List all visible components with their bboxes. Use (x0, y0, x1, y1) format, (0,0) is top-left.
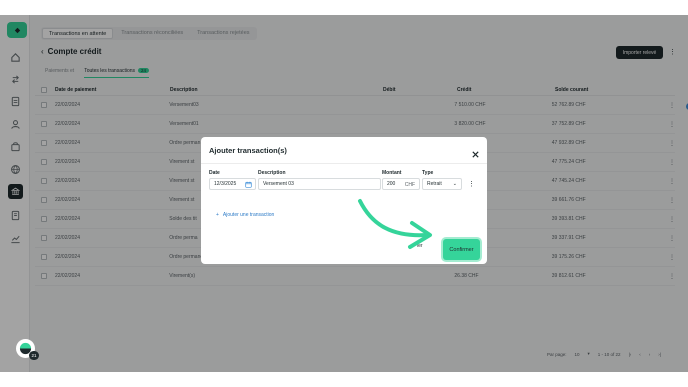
description-value: Versement 03 (263, 181, 294, 187)
type-label: Type (422, 170, 434, 176)
confirm-button[interactable]: Confirmer (443, 239, 480, 260)
notification-badge: 21 (29, 351, 39, 360)
description-field[interactable]: Versement 03 (258, 178, 381, 190)
cancel-button[interactable]: ler (417, 243, 423, 249)
plus-icon: + (216, 212, 219, 218)
date-label: Date (209, 170, 220, 176)
calendar-icon[interactable] (245, 181, 252, 188)
dialog-divider (201, 163, 487, 164)
date-value: 12/3/2025 (214, 181, 237, 187)
date-field[interactable]: 12/3/2025 (209, 178, 256, 190)
add-transaction-link[interactable]: + Ajouter une transaction (216, 212, 274, 218)
amount-label: Montant (382, 170, 402, 176)
type-select[interactable]: Retrait ⌄ (422, 178, 462, 190)
app-frame: Transactions en attente Transactions réc… (0, 15, 688, 372)
description-label: Description (258, 170, 286, 176)
row-options-icon[interactable]: ⋮ (468, 180, 475, 188)
currency-label: CHF (404, 182, 415, 188)
chevron-down-icon: ⌄ (452, 181, 457, 187)
add-transaction-label: Ajouter une transaction (222, 212, 275, 218)
amount-value: 200 (387, 181, 396, 187)
type-value: Retrait (427, 181, 442, 187)
amount-field[interactable]: 200 CHF (382, 178, 420, 190)
close-icon[interactable] (471, 146, 480, 158)
dialog-title: Ajouter transaction(s) (209, 146, 287, 155)
